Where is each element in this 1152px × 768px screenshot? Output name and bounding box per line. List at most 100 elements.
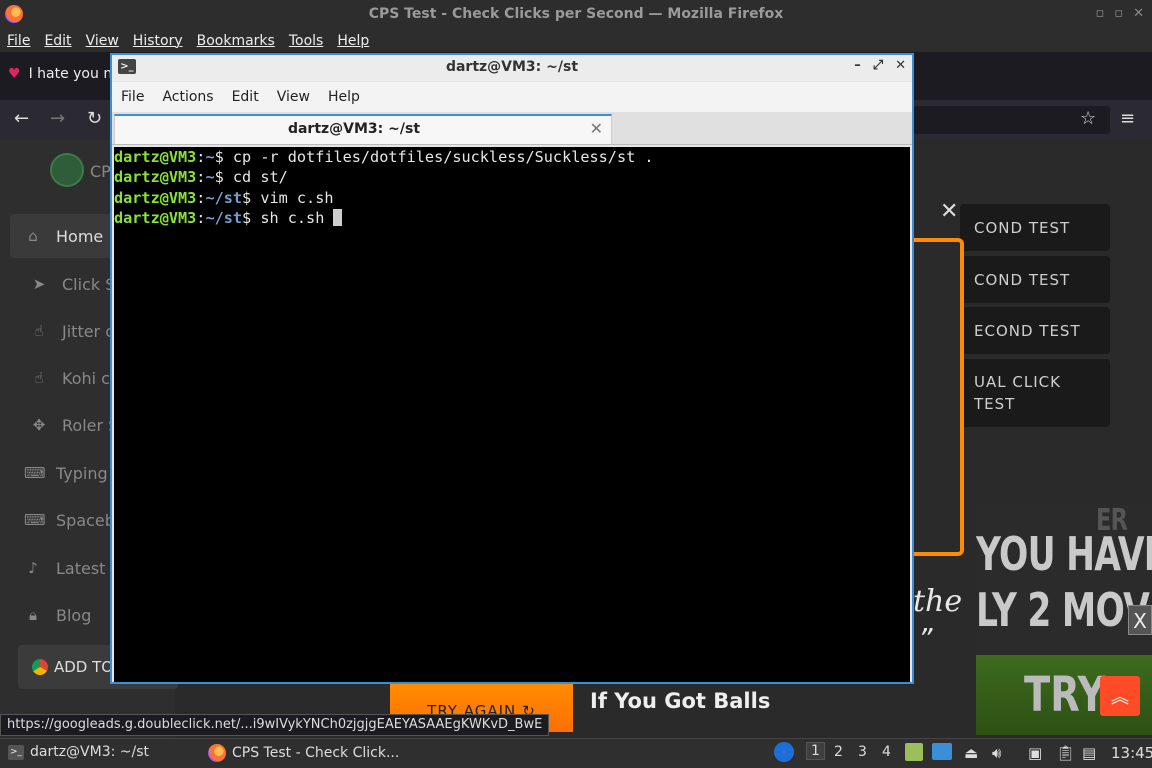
- terminal-window[interactable]: >_ dartz@VM3: ~/st – ⤢ ✕ File Actions Ed…: [110, 53, 914, 684]
- prompt-path: ~/st: [205, 208, 243, 227]
- test-button[interactable]: COND TEST: [960, 256, 1110, 303]
- menu-file[interactable]: File: [0, 33, 37, 49]
- ad-headline-1: YOU HAVE: [976, 527, 1152, 581]
- bell-icon: ♪: [28, 559, 38, 577]
- maximize-icon[interactable]: ⤢: [873, 58, 883, 73]
- ad-headline-2: LY 2 MOV: [976, 583, 1150, 637]
- notification-icon[interactable]: ▤: [1082, 744, 1096, 762]
- upload-icon[interactable]: ⏏: [964, 744, 978, 762]
- ad-tagline: If You Got Balls: [590, 689, 771, 713]
- status-bar-url: https://googleads.g.doubleclick.net/...i…: [0, 714, 550, 736]
- lock-icon: 🔒︎: [29, 606, 37, 624]
- menu-tools[interactable]: Tools: [282, 33, 331, 49]
- command-text: sh c.sh: [260, 208, 334, 227]
- heart-icon: ♥: [8, 66, 21, 82]
- bookmark-star-icon[interactable]: ☆: [1080, 108, 1096, 129]
- cursor-icon: ➤: [32, 275, 46, 293]
- workspace-3[interactable]: 3: [858, 744, 867, 760]
- network-icon[interactable]: ▣: [1028, 744, 1042, 762]
- clock: 13:45: [1111, 744, 1152, 762]
- window-title: CPS Test - Check Clicks per Second — Moz…: [368, 6, 784, 22]
- hamburger-menu-icon[interactable]: ≡: [1120, 108, 1135, 129]
- files-icon[interactable]: [905, 743, 923, 761]
- workspace-4[interactable]: 4: [882, 744, 891, 760]
- home-icon: ⌂: [28, 227, 38, 245]
- modal-close-icon[interactable]: ✕: [940, 199, 958, 224]
- ad-close-icon[interactable]: X: [1128, 605, 1152, 635]
- test-button[interactable]: ECOND TEST: [960, 307, 1110, 354]
- minimize-icon[interactable]: ▫: [1095, 6, 1104, 21]
- taskbar: >_ dartz@VM3: ~/st CPS Test - Check Click…: [0, 738, 1152, 768]
- command-text: cd st/: [232, 168, 288, 187]
- menu-bookmarks[interactable]: Bookmarks: [190, 33, 282, 49]
- site-logo-icon[interactable]: [50, 153, 84, 187]
- close-icon[interactable]: ✕: [1133, 6, 1144, 21]
- menu-view[interactable]: View: [79, 33, 126, 49]
- terminal-menu-file[interactable]: File: [112, 89, 153, 105]
- test-button[interactable]: COND TEST: [960, 204, 1110, 251]
- taskbar-item-firefox[interactable]: CPS Test - Check Click...: [208, 744, 399, 762]
- test-button[interactable]: UAL CLICK TEST: [960, 359, 1110, 427]
- prompt-path: ~/st: [205, 188, 243, 207]
- ad-quote-mark: ”: [918, 622, 933, 655]
- terminal-line: dartz@VM3:~/st$ vim c.sh: [114, 188, 910, 208]
- scroll-to-top-button[interactable]: ︽: [1100, 676, 1140, 716]
- terminal-menu-edit[interactable]: Edit: [223, 89, 268, 105]
- ad-the-text: the: [913, 584, 963, 619]
- test-button-label: UAL CLICK: [974, 373, 1061, 391]
- move-icon: ✥: [32, 416, 46, 434]
- workspace-1[interactable]: 1: [806, 742, 825, 760]
- terminal-menu-actions[interactable]: Actions: [153, 89, 222, 105]
- terminal-tab[interactable]: dartz@VM3: ~/st ✕: [114, 114, 612, 144]
- minimize-icon[interactable]: –: [854, 58, 861, 73]
- sidebar-label: Blog: [56, 605, 92, 625]
- test-button-label: COND TEST: [974, 270, 1071, 289]
- terminal-title: dartz@VM3: ~/st: [445, 59, 579, 75]
- test-button-label: ECOND TEST: [974, 321, 1081, 340]
- browser-tab[interactable]: ♥ I hate you n: [8, 66, 112, 82]
- browser-tab-label: I hate you n: [28, 66, 113, 82]
- close-icon[interactable]: ✕: [895, 58, 906, 73]
- taskbar-item-label: dartz@VM3: ~/st: [30, 744, 150, 760]
- menu-help[interactable]: Help: [330, 33, 376, 49]
- maximize-icon[interactable]: ▫: [1114, 6, 1123, 21]
- hand-icon: ☝: [34, 369, 44, 387]
- menu-edit[interactable]: Edit: [37, 33, 78, 49]
- terminal-output[interactable]: dartz@VM3:~$ cp -r dotfiles/dotfiles/suc…: [114, 147, 910, 682]
- tab-close-icon[interactable]: ✕: [590, 119, 603, 138]
- app-launcher-icon[interactable]: [774, 742, 794, 762]
- clipboard-icon[interactable]: 📋︎: [1056, 744, 1075, 762]
- command-text: cp -r dotfiles/dotfiles/suckless/Suckles…: [232, 148, 654, 166]
- terminal-menu-help[interactable]: Help: [319, 89, 369, 105]
- back-icon[interactable]: ←: [14, 108, 29, 129]
- prompt-user: dartz@VM3: [114, 168, 197, 187]
- terminal-titlebar[interactable]: >_ dartz@VM3: ~/st – ⤢ ✕: [112, 55, 912, 81]
- prompt-path: ~: [205, 168, 215, 187]
- volume-icon[interactable]: 🔊︎: [992, 744, 1001, 762]
- chrome-icon: [32, 659, 48, 675]
- taskbar-item-label: CPS Test - Check Click...: [232, 745, 400, 761]
- terminal-line: dartz@VM3:~$ cd st/: [114, 167, 910, 187]
- test-button-label: TEST: [974, 395, 1016, 413]
- sidebar-label: Home: [56, 226, 104, 246]
- desktop-icon[interactable]: [932, 743, 952, 760]
- keyboard-icon: ⌨: [24, 464, 46, 482]
- keyboard-icon: ⌨: [24, 511, 46, 529]
- ad-banner[interactable]: ER YOU HAVE LY 2 MOV: [976, 505, 1152, 655]
- ad-orange-frame: [912, 238, 964, 556]
- sidebar-label: Click S: [62, 274, 116, 294]
- sidebar-label: Latest: [56, 558, 106, 578]
- forward-icon[interactable]: →: [50, 108, 65, 129]
- test-button-label: COND TEST: [974, 218, 1071, 237]
- prompt-symbol: $: [242, 208, 261, 227]
- firefox-titlebar: CPS Test - Check Clicks per Second — Moz…: [0, 0, 1152, 30]
- prompt-symbol: $: [214, 148, 233, 166]
- prompt-path: ~: [205, 148, 215, 166]
- sidebar-label: Spaceb: [56, 510, 115, 530]
- taskbar-item-terminal[interactable]: >_ dartz@VM3: ~/st: [8, 744, 149, 760]
- reload-icon[interactable]: ↻: [87, 108, 102, 129]
- menu-history[interactable]: History: [126, 33, 190, 49]
- workspace-2[interactable]: 2: [834, 744, 843, 760]
- terminal-menu-view[interactable]: View: [268, 89, 319, 105]
- sidebar-label: Jitter c: [62, 321, 115, 341]
